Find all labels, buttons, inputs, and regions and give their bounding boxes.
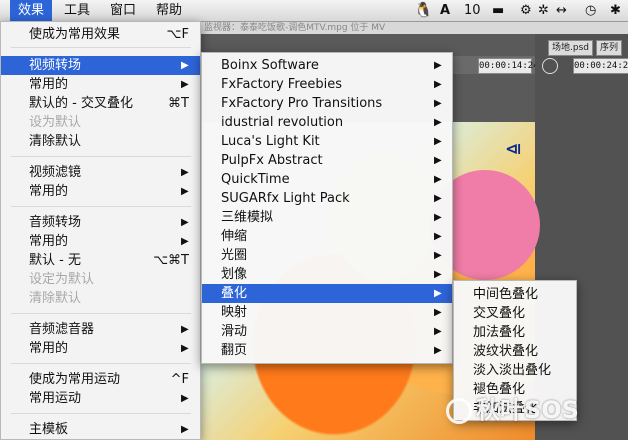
transition-fxfactory-freebies[interactable]: FxFactory Freebies ▶ [202,75,452,94]
menu-help[interactable]: 帮助 [148,0,190,21]
menu-item-favorites-filters[interactable]: 常用的 ▶ [1,182,200,201]
menu-item-clear-default-audio[interactable]: 清除默认 [1,289,200,308]
transition-page-peel[interactable]: 翻页 ▶ [202,341,452,360]
submenu-arrow-icon: ▶ [434,79,442,90]
submenu-arrow-icon: ▶ [434,98,442,109]
menu-item-favorites[interactable]: 常用的 ▶ [1,75,200,94]
watermark: 秋叶SOS [446,392,628,428]
canvas-timecode: 00:00:24:20 [573,58,628,74]
menu-item-favorite-motion[interactable]: 常用运动 ▶ [1,389,200,408]
transition-boinx-software[interactable]: Boinx Software ▶ [202,56,452,75]
submenu-arrow-icon: ▶ [181,393,189,404]
submenu-arrow-icon: ▶ [434,326,442,337]
submenu-arrow-icon: ▶ [434,212,442,223]
dissolve-cross[interactable]: 交叉叠化 [454,304,576,323]
menu-item-favorites-audio-filters[interactable]: 常用的 ▶ [1,339,200,358]
menu-item-audio-transitions[interactable]: 音频转场 ▶ [1,213,200,232]
effects-menu: 使成为常用效果 ⌥F 视频转场 ▶ 常用的 ▶ 默认的 - 交叉叠化 ⌘T 设为… [0,21,201,440]
submenu-arrow-icon: ▶ [434,307,442,318]
submenu-arrow-icon: ▶ [181,60,189,71]
submenu-arrow-icon: ▶ [181,324,189,335]
submenu-arrow-icon: ▶ [434,136,442,147]
sync-icon[interactable]: ⚙ [520,0,532,21]
menu-item-favorites-audio[interactable]: 常用的 ▶ [1,232,200,251]
dissolve-dither[interactable]: 中间色叠化 [454,285,576,304]
submenu-arrow-icon: ▶ [434,269,442,280]
viewer-title: 监视器：泰泰吃饭歌-调色MTV.mpg 位于 MV [200,22,628,34]
transition-map[interactable]: 映射 ▶ [202,303,452,322]
transition-fxfactory-pro[interactable]: FxFactory Pro Transitions ▶ [202,94,452,113]
dissolve-fade-in-out[interactable]: 淡入淡出叠化 [454,361,576,380]
menu-item-default-none[interactable]: 默认 - 无 ⌥⌘T [1,251,200,270]
menu-item-make-favorite-motion[interactable]: 使成为常用运动 ^F [1,370,200,389]
dissolve-ripple[interactable]: 波纹状叠化 [454,342,576,361]
menu-item-master-templates[interactable]: 主模板 ▶ [1,420,200,439]
menu-item-default-cross-dissolve[interactable]: 默认的 - 交叉叠化 ⌘T [1,94,200,113]
submenu-arrow-icon: ▶ [434,60,442,71]
adobe-icon[interactable]: A [440,0,450,21]
submenu-arrow-icon: ▶ [181,424,189,435]
menu-item-video-filters[interactable]: 视频滤镜 ▶ [1,163,200,182]
display-icon[interactable]: ▬ [492,0,504,21]
transition-stretch[interactable]: 伸缩 ▶ [202,227,452,246]
submenu-arrow-icon: ▶ [434,193,442,204]
menu-item-clear-default[interactable]: 清除默认 [1,132,200,151]
transition-dissolve[interactable]: 叠化 ▶ [202,284,452,303]
submenu-arrow-icon: ▶ [181,217,189,228]
menu-effects[interactable]: 效果 [10,0,53,21]
battery-count[interactable]: 10 [464,0,481,21]
transition-sugarfx-light-pack[interactable]: SUGARfx Light Pack ▶ [202,189,452,208]
dissolve-additive[interactable]: 加法叠化 [454,323,576,342]
transition-pulpfx-abstract[interactable]: PulpFx Abstract ▶ [202,151,452,170]
submenu-arrow-icon: ▶ [181,343,189,354]
menu-item-audio-filters[interactable]: 音频滤音器 ▶ [1,320,200,339]
separator [11,47,191,48]
menu-tools[interactable]: 工具 [56,0,98,21]
menu-item-set-default[interactable]: 设为默认 [1,113,200,132]
tab-sequence[interactable]: 序列 [596,40,623,56]
submenu-arrow-icon: ▶ [181,186,189,197]
arrows-icon[interactable]: ↔ [556,0,567,21]
separator [11,413,191,414]
menu-item-make-favorite-effect[interactable]: 使成为常用效果 ⌥F [1,25,200,44]
menu-bar: 效果 工具 窗口 帮助 🐧 A 10 ▬ ⚙ ✲ ↔ ◷ ✱ [0,0,628,22]
separator [11,363,191,364]
clock-icon[interactable] [542,58,558,74]
transition-iris[interactable]: 光圈 ▶ [202,246,452,265]
submenu-arrow-icon: ▶ [181,167,189,178]
transition-lucas-light-kit[interactable]: Luca's Light Kit ▶ [202,132,452,151]
menu-window[interactable]: 窗口 [102,0,144,21]
submenu-arrow-icon: ▶ [434,174,442,185]
time-machine-icon[interactable]: ◷ [585,0,596,21]
transition-slide[interactable]: 滑动 ▶ [202,322,452,341]
separator [11,156,191,157]
in-point-marker-icon[interactable]: ⧏ [505,140,522,158]
transition-idustrial-revolution[interactable]: idustrial revolution ▶ [202,113,452,132]
separator [11,313,191,314]
tab-scene-psd[interactable]: 场地.psd [548,40,593,56]
submenu-arrow-icon: ▶ [434,155,442,166]
transition-3d-simulation[interactable]: 三维模拟 ▶ [202,208,452,227]
viewer-timecode: 00:00:14:24 [478,58,539,74]
gear-icon[interactable]: ✲ [538,0,549,21]
bluetooth-icon[interactable]: ✱ [610,0,621,21]
submenu-arrow-icon: ▶ [434,117,442,128]
menu-item-set-as-default[interactable]: 设定为默认 [1,270,200,289]
watermark-logo-icon [446,398,472,424]
submenu-arrow-icon: ▶ [434,231,442,242]
submenu-arrow-icon: ▶ [434,345,442,356]
submenu-arrow-icon: ▶ [181,236,189,247]
submenu-arrow-icon: ▶ [434,250,442,261]
submenu-arrow-icon: ▶ [181,79,189,90]
video-transitions-submenu: Boinx Software ▶ FxFactory Freebies ▶ Fx… [201,52,453,364]
penguin-icon[interactable]: 🐧 [414,0,433,21]
transition-wipe[interactable]: 划像 ▶ [202,265,452,284]
submenu-arrow-icon: ▶ [434,288,442,299]
menu-item-video-transitions[interactable]: 视频转场 ▶ [1,56,200,75]
separator [11,206,191,207]
transition-quicktime[interactable]: QuickTime ▶ [202,170,452,189]
